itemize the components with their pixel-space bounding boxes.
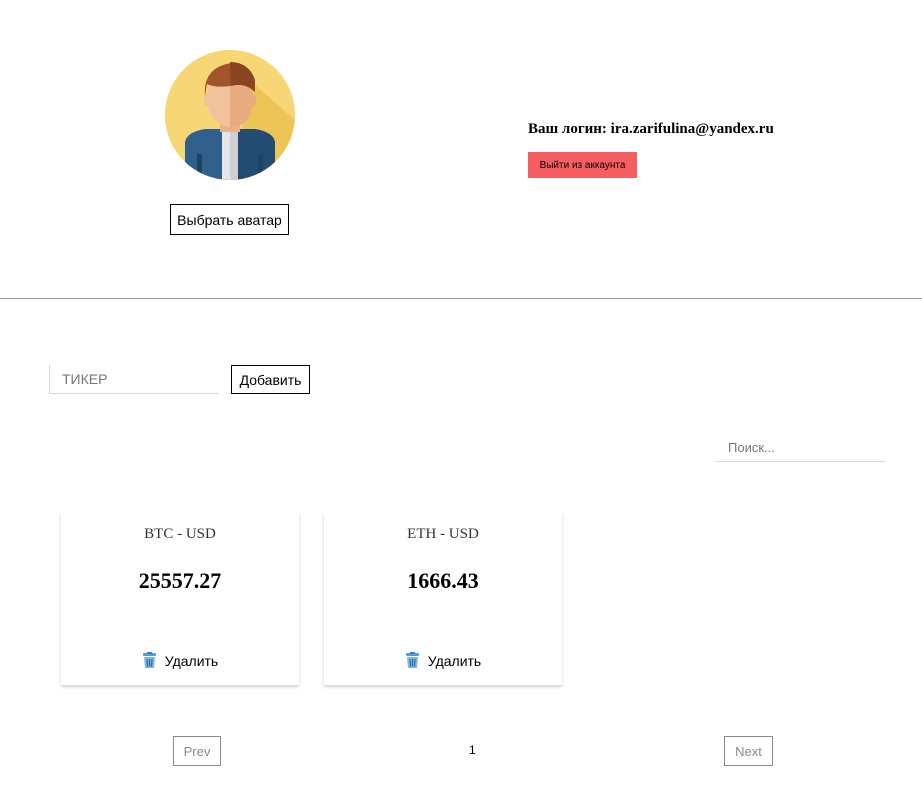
logout-button[interactable]: Выйти из аккаунта [528,152,637,178]
avatar [165,50,295,180]
card-price: 1666.43 [407,568,479,593]
ticker-card-eth: ETH - USD 1666.43 Удалить [324,512,562,685]
search-input[interactable] [716,433,885,462]
next-page-button[interactable]: Next [724,736,773,766]
delete-button[interactable]: Удалить [61,652,299,669]
card-price: 25557.27 [138,568,222,593]
ticker-input[interactable] [49,365,219,394]
card-pair: BTC - USD [144,526,216,542]
user-avatar-icon [165,50,295,180]
card-pair: ETH - USD [407,526,479,542]
trash-icon [142,652,156,668]
section-divider [0,298,922,299]
login-text: Ваш логин: ira.zarifulina@yandex.ru [528,121,774,137]
page-number: 1 [469,743,476,757]
delete-label: Удалить [427,652,482,669]
delete-button[interactable]: Удалить [324,652,562,669]
delete-label: Удалить [164,652,219,669]
add-ticker-button[interactable]: Добавить [231,365,310,394]
prev-page-button[interactable]: Prev [173,736,221,766]
choose-avatar-button[interactable]: Выбрать аватар [170,204,289,235]
trash-icon [405,652,419,668]
ticker-card-btc: BTC - USD 25557.27 Удалить [61,512,299,685]
